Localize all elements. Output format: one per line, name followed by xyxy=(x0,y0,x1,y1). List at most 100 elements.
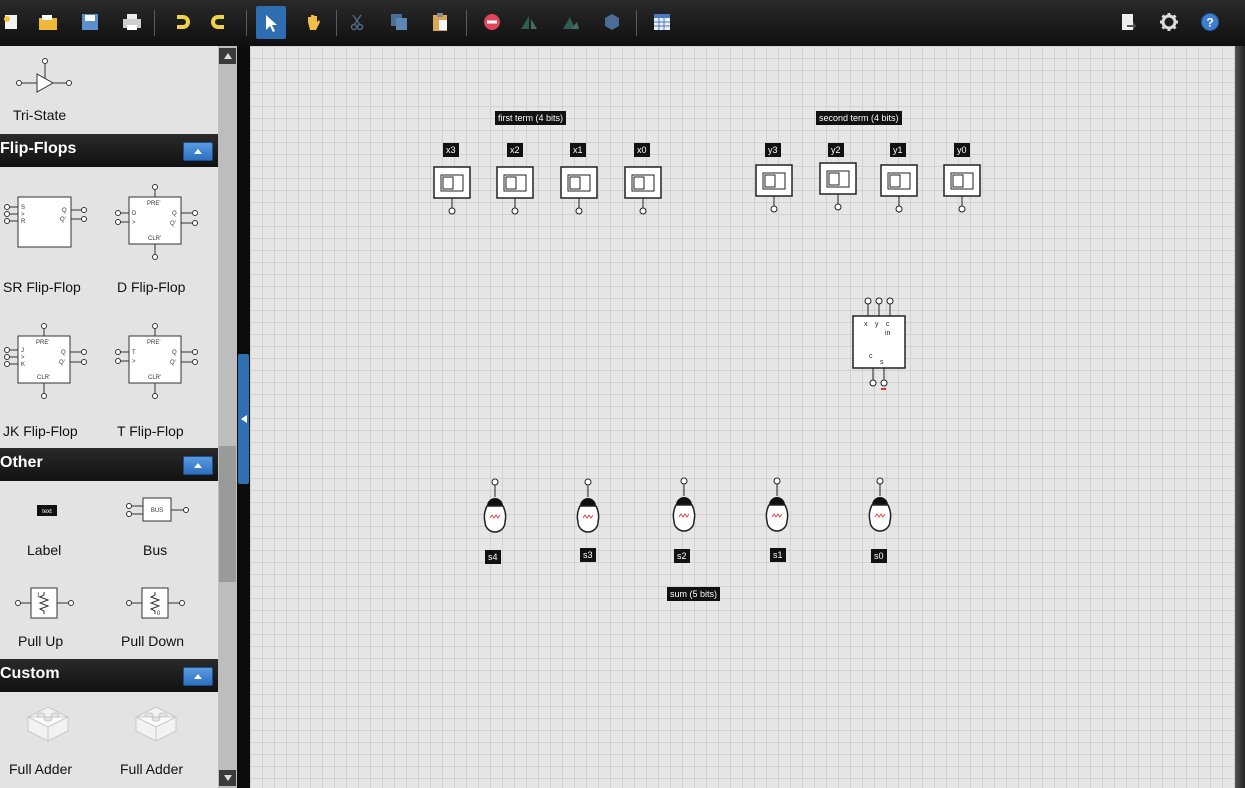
cut-icon[interactable] xyxy=(346,10,368,34)
label-x1[interactable]: x1 xyxy=(570,143,586,157)
glyph: Q xyxy=(61,350,66,356)
glyph: PRE' xyxy=(147,201,160,207)
tristate-component-icon[interactable] xyxy=(15,58,75,99)
pull-up-component-icon[interactable]: 1 xyxy=(13,586,77,627)
glyph: T xyxy=(132,350,136,356)
full-adder-component-icon[interactable] xyxy=(132,703,180,748)
hexagon-icon[interactable] xyxy=(601,10,623,34)
label-y2[interactable]: y2 xyxy=(828,143,844,157)
glyph: > xyxy=(21,212,25,218)
delete-icon[interactable] xyxy=(481,10,503,34)
label-s3[interactable]: s3 xyxy=(580,548,596,562)
select-tool-icon[interactable] xyxy=(256,6,286,39)
undo-icon[interactable] xyxy=(170,10,192,34)
switch-y3[interactable] xyxy=(755,164,793,221)
glyph: > xyxy=(132,220,136,226)
collapse-button[interactable] xyxy=(183,142,213,161)
flip-icon[interactable] xyxy=(518,10,540,34)
label-y3[interactable]: y3 xyxy=(765,143,781,157)
label-s1[interactable]: s1 xyxy=(770,548,786,562)
window-edge xyxy=(1235,46,1245,788)
paste-icon[interactable] xyxy=(429,10,451,34)
category-title: Custom xyxy=(0,665,60,682)
glyph: CLR' xyxy=(148,236,161,242)
bulb-s0[interactable] xyxy=(864,477,896,544)
label-y1[interactable]: y1 xyxy=(890,143,906,157)
circuit-canvas[interactable]: first term (4 bits) second term (4 bits)… xyxy=(250,46,1245,788)
label-s2[interactable]: s2 xyxy=(674,549,690,563)
jk-flip-flop-icon[interactable]: PRE' CLR' J > K Q Q' xyxy=(2,321,92,406)
switch-y1[interactable] xyxy=(880,164,918,221)
bulb-s2[interactable] xyxy=(668,477,700,544)
toolbar-separator xyxy=(154,10,155,36)
help-icon[interactable]: ? xyxy=(1199,10,1221,34)
toolbar-separator xyxy=(246,10,247,36)
export-icon[interactable] xyxy=(1117,10,1139,34)
category-other[interactable]: Other xyxy=(0,448,218,481)
glyph: Q' xyxy=(59,360,65,366)
category-title: Flip-Flops xyxy=(0,140,77,157)
switch-y0[interactable] xyxy=(943,164,981,221)
category-flip-flops[interactable]: Flip-Flops xyxy=(0,134,218,167)
label-s4[interactable]: s4 xyxy=(485,550,501,564)
glyph: PRE' xyxy=(36,340,49,346)
print-icon[interactable] xyxy=(121,10,143,34)
label-s0[interactable]: s0 xyxy=(871,549,887,563)
glyph: R xyxy=(21,219,26,225)
label-x0[interactable]: x0 xyxy=(634,143,650,157)
bus-component-icon[interactable]: BUS xyxy=(124,495,192,530)
component-palette: Tri-State Flip-Flops S > R Q Q' SR Flip-… xyxy=(0,46,218,788)
glyph: CLR' xyxy=(37,375,50,381)
label-y0[interactable]: y0 xyxy=(954,143,970,157)
copy-icon[interactable] xyxy=(388,10,410,34)
pull-down-component-label: Pull Down xyxy=(121,633,185,649)
svg-text:s: s xyxy=(880,359,884,366)
glyph: CLR' xyxy=(148,375,161,381)
label-sum[interactable]: sum (5 bits) xyxy=(667,587,721,601)
collapse-button[interactable] xyxy=(183,667,213,686)
save-icon[interactable] xyxy=(79,10,101,34)
label-x2[interactable]: x2 xyxy=(507,143,523,157)
full-adder-label: Full Adder xyxy=(9,761,73,777)
t-flip-flop-icon[interactable]: PRE' CLR' T > Q Q' xyxy=(113,321,203,406)
glyph: J xyxy=(21,348,24,354)
switch-x2[interactable] xyxy=(496,166,534,223)
d-flip-flop-icon[interactable]: PRE' CLR' D > Q Q' xyxy=(113,182,203,267)
scroll-thumb[interactable] xyxy=(219,446,236,582)
glyph: Q' xyxy=(170,360,176,366)
rotate-icon[interactable] xyxy=(560,10,582,34)
category-custom[interactable]: Custom xyxy=(0,659,218,692)
pull-down-component-icon[interactable]: 0 xyxy=(124,586,188,627)
table-icon[interactable] xyxy=(651,10,673,34)
new-icon[interactable] xyxy=(0,10,22,34)
settings-icon[interactable] xyxy=(1158,10,1180,34)
d-flip-flop-label: D Flip-Flop xyxy=(117,279,186,295)
bulb-s1[interactable] xyxy=(761,477,793,544)
scroll-up-arrow-icon[interactable] xyxy=(219,48,236,64)
label-component-icon[interactable]: text xyxy=(37,504,57,522)
label-first-term[interactable]: first term (4 bits) xyxy=(495,111,567,125)
switch-x3[interactable] xyxy=(433,166,471,223)
switch-x1[interactable] xyxy=(560,166,598,223)
scroll-down-arrow-icon[interactable] xyxy=(219,770,236,786)
glyph: BUS xyxy=(151,508,163,514)
palette-scrollbar[interactable] xyxy=(218,46,237,788)
bulb-s4[interactable] xyxy=(479,478,511,545)
full-adder-component-icon[interactable] xyxy=(24,703,72,748)
label-second-term[interactable]: second term (4 bits) xyxy=(816,111,902,125)
collapse-button[interactable] xyxy=(183,456,213,475)
open-icon[interactable] xyxy=(37,10,59,34)
sr-flip-flop-icon[interactable]: S > R Q Q' xyxy=(2,194,92,255)
split-divider[interactable] xyxy=(237,46,250,788)
pan-tool-icon[interactable] xyxy=(302,10,324,34)
redo-icon[interactable] xyxy=(208,10,230,34)
switch-x0[interactable] xyxy=(624,166,662,223)
label-x3[interactable]: x3 xyxy=(443,143,459,157)
bulb-s3[interactable] xyxy=(572,478,604,545)
full-adder-block[interactable]: x y c in c s xyxy=(850,296,910,396)
glyph: PRE' xyxy=(147,340,160,346)
collapse-palette-handle[interactable] xyxy=(238,354,249,484)
jk-flip-flop-label: JK Flip-Flop xyxy=(3,423,78,439)
sr-flip-flop-label: SR Flip-Flop xyxy=(3,279,81,295)
switch-y2[interactable] xyxy=(819,162,857,219)
